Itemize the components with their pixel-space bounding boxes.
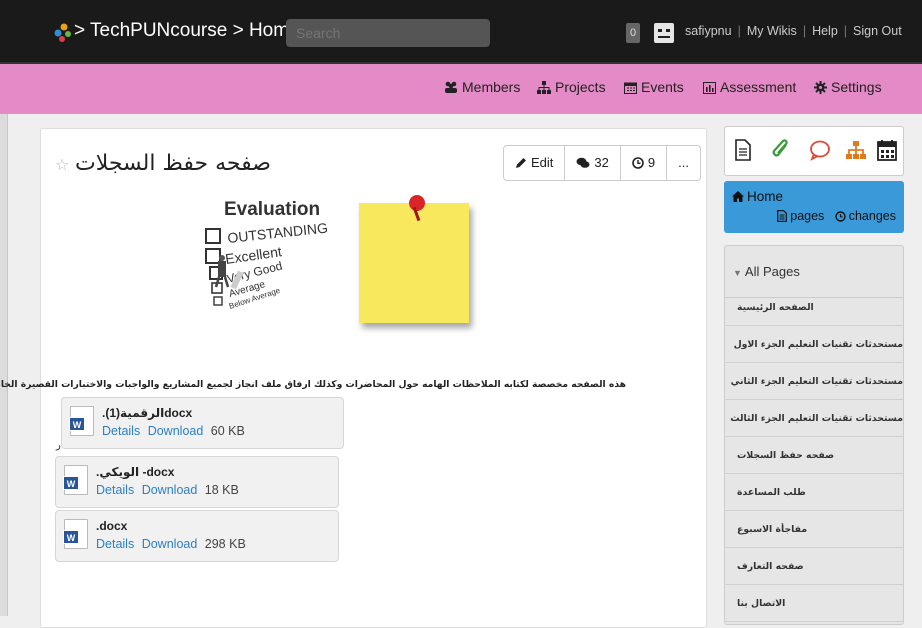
pencil-icon bbox=[516, 158, 526, 168]
download-link[interactable]: Download bbox=[142, 483, 198, 497]
sidebar-page-item[interactable]: صفحه حفظ السجلات bbox=[725, 438, 903, 474]
history-count: 9 bbox=[647, 155, 656, 170]
history-button[interactable]: 9 bbox=[621, 146, 668, 180]
comment-count: 32 bbox=[594, 155, 609, 170]
pages-link[interactable]: pages bbox=[777, 209, 824, 223]
breadcrumb[interactable]: > TechPUNcourse > Home bbox=[74, 20, 300, 42]
members-icon bbox=[445, 81, 457, 93]
clock-icon bbox=[632, 157, 644, 169]
changes-link[interactable]: changes bbox=[835, 209, 896, 223]
caret-down-icon: ▼ bbox=[733, 268, 742, 278]
nav-members[interactable]: Members bbox=[444, 79, 520, 95]
nav-members-label: Members bbox=[462, 79, 521, 95]
sidebar-page-item[interactable]: مفاجأة الاسبوع bbox=[725, 512, 903, 548]
gear-icon bbox=[814, 81, 827, 94]
main-nav: Members Projects Events Assessment Setti… bbox=[0, 64, 922, 114]
eval-item-0: OUTSTANDING bbox=[227, 220, 329, 246]
file-attachment: W .(الرقمية(1docx Details Download 60 KB bbox=[61, 397, 344, 449]
sidebar-icon-bar bbox=[724, 126, 904, 176]
page-actions: Edit 32 9 ... bbox=[503, 145, 701, 181]
comments-icon bbox=[576, 157, 590, 168]
projects-icon bbox=[537, 81, 551, 94]
home-links: pages changes bbox=[777, 209, 896, 223]
all-pages-label: All Pages bbox=[744, 264, 800, 279]
notification-badge[interactable]: 0 bbox=[626, 23, 640, 43]
sitemap-icon[interactable] bbox=[845, 139, 867, 161]
calendar-icon bbox=[624, 82, 637, 94]
page-title: صفحه حفظ السجلات bbox=[75, 151, 271, 176]
sidebar-page-item[interactable]: الاتصال بنا bbox=[725, 586, 903, 622]
my-wikis-link[interactable]: My Wikis bbox=[747, 24, 797, 38]
home-icon bbox=[732, 191, 744, 202]
sidebar-page-item[interactable]: مستحدثات تقنيات التعليم الجزء الثالث bbox=[725, 401, 903, 437]
home-label: Home bbox=[747, 189, 784, 204]
calendar-icon[interactable] bbox=[877, 139, 897, 161]
comment-icon[interactable] bbox=[809, 139, 831, 161]
details-link[interactable]: Details bbox=[96, 483, 134, 497]
search-input[interactable] bbox=[286, 19, 490, 47]
sidebar-home[interactable]: Home pages changes bbox=[724, 181, 904, 233]
file-name: .(الرقمية(1docx bbox=[102, 406, 193, 420]
logo-icon[interactable] bbox=[52, 22, 74, 44]
stray-text: ر bbox=[56, 440, 61, 451]
push-pin-image bbox=[409, 195, 425, 211]
sidebar-pages: ▼ All Pages الصفحه الرئيسية مستحدثات تقني… bbox=[724, 245, 904, 625]
edit-label: Edit bbox=[531, 155, 554, 170]
page-description: هذه الصفحه مخصصة لكتابه الملاحظات الهامه… bbox=[0, 379, 626, 390]
main-content: ☆ صفحه حفظ السجلات Edit 32 9 ... Evaluat… bbox=[0, 128, 707, 628]
file-links: Details Download 298 KB bbox=[96, 537, 246, 551]
file-size: 18 KB bbox=[204, 483, 239, 497]
edit-button[interactable]: Edit bbox=[504, 146, 566, 180]
assessment-icon bbox=[703, 82, 716, 94]
user-links: safiypnu | My Wikis | Help | Sign Out bbox=[685, 24, 902, 38]
sidebar-page-item[interactable]: طلب المساعدة bbox=[725, 475, 903, 511]
file-attachment: W .docx Details Download 298 KB bbox=[55, 510, 339, 562]
nav-events-label: Events bbox=[641, 79, 684, 95]
details-link[interactable]: Details bbox=[96, 537, 134, 551]
sticky-note-image bbox=[359, 203, 469, 323]
word-document-icon: W bbox=[63, 519, 88, 549]
word-document-icon: W bbox=[63, 465, 88, 495]
details-link[interactable]: Details bbox=[102, 424, 140, 438]
avatar[interactable] bbox=[654, 23, 674, 43]
more-button[interactable]: ... bbox=[667, 146, 700, 180]
file-links: Details Download 18 KB bbox=[96, 483, 239, 497]
nav-settings[interactable]: Settings bbox=[814, 79, 882, 95]
word-document-icon: W bbox=[69, 406, 94, 436]
eval-heading: Evaluation bbox=[224, 199, 320, 220]
nav-projects[interactable]: Projects bbox=[537, 79, 606, 95]
sidebar-page-item[interactable]: صفحه التعارف bbox=[725, 549, 903, 585]
download-link[interactable]: Download bbox=[148, 424, 204, 438]
page-icon[interactable] bbox=[735, 139, 751, 161]
comments-button[interactable]: 32 bbox=[565, 146, 621, 180]
nav-projects-label: Projects bbox=[555, 79, 606, 95]
changes-label: changes bbox=[848, 209, 896, 223]
file-name: .docx bbox=[96, 519, 128, 533]
file-size: 298 KB bbox=[204, 537, 246, 551]
paperclip-icon[interactable] bbox=[771, 139, 791, 161]
file-attachment: W .الويكي -docx Details Download 18 KB bbox=[55, 456, 339, 508]
nav-assessment-label: Assessment bbox=[720, 79, 797, 95]
top-bar: > TechPUNcourse > Home 0 safiypnu|My Wik… bbox=[0, 0, 922, 64]
nav-settings-label: Settings bbox=[831, 79, 882, 95]
help-link[interactable]: Help bbox=[812, 24, 838, 38]
home-title[interactable]: Home bbox=[732, 189, 783, 204]
page-icon bbox=[777, 210, 788, 222]
pages-label: pages bbox=[790, 209, 825, 223]
file-links: Details Download 60 KB bbox=[102, 424, 245, 438]
sidebar-page-item[interactable]: مستحدثات تقنيات التعليم الجزء الاول bbox=[725, 327, 903, 363]
download-link[interactable]: Download bbox=[142, 537, 198, 551]
left-edge bbox=[0, 114, 8, 616]
favorite-star-icon[interactable]: ☆ bbox=[55, 155, 69, 175]
sidebar-page-item[interactable]: الصفحه الرئيسية bbox=[725, 290, 903, 326]
sign-out-link[interactable]: Sign Out bbox=[853, 24, 902, 38]
sidebar-page-item[interactable]: مستحدثات تقنيات التعليم الجزء الثاني bbox=[725, 364, 903, 400]
file-name: .الويكي -docx bbox=[96, 465, 175, 479]
evaluation-image: Evaluation OUTSTANDING Excellent Very Go… bbox=[205, 199, 329, 311]
clock-icon bbox=[835, 211, 846, 222]
nav-assessment[interactable]: Assessment bbox=[703, 79, 796, 95]
user-link[interactable]: safiypnu bbox=[685, 24, 732, 38]
nav-events[interactable]: Events bbox=[624, 79, 684, 95]
file-size: 60 KB bbox=[210, 424, 245, 438]
